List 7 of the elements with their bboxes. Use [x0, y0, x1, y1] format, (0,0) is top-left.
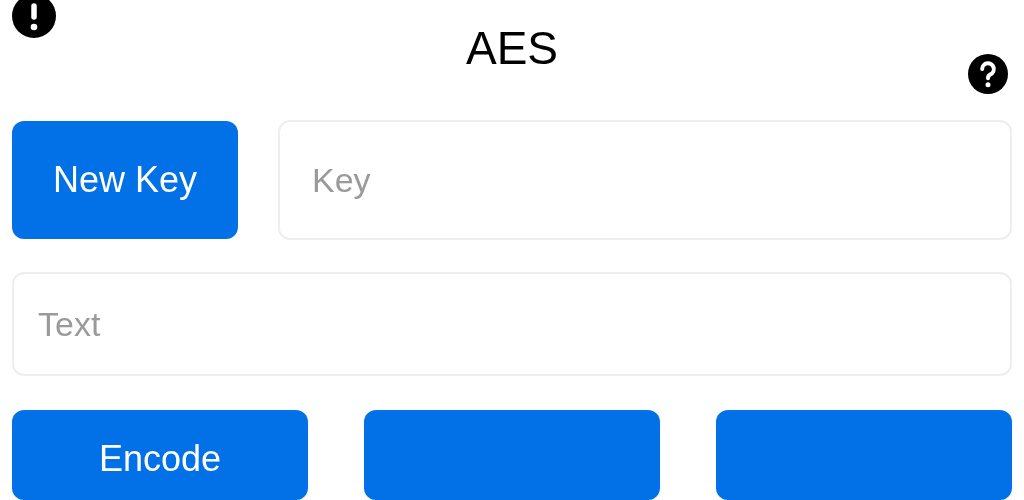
help-icon[interactable] [968, 54, 1008, 94]
text-field[interactable]: Text [12, 272, 1012, 376]
key-field[interactable]: Key [278, 120, 1012, 241]
action-button[interactable]: Encode [12, 410, 308, 500]
page-title: AES [465, 21, 558, 76]
new-key-button[interactable]: New Key [12, 121, 238, 240]
alert-icon[interactable] [12, 0, 56, 38]
